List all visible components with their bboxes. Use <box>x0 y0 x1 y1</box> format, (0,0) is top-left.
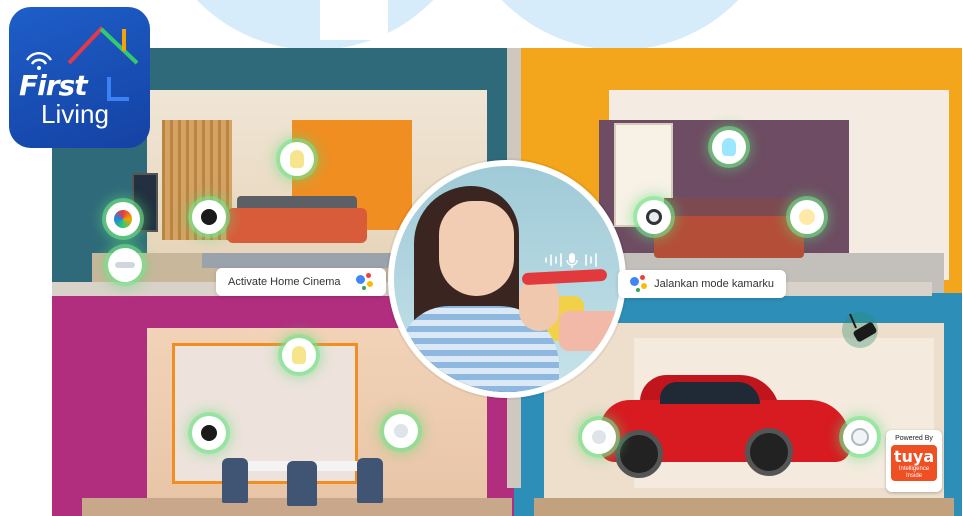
smart-plug-icon <box>192 200 226 234</box>
voice-assistant-portrait <box>388 160 626 398</box>
google-assistant-icon <box>630 275 647 293</box>
security-camera-icon <box>637 200 671 234</box>
smart-bulb-icon <box>280 142 314 176</box>
smart-speaker-icon <box>192 416 226 450</box>
voice-command-text: Activate Home Cinema <box>228 276 341 288</box>
tuya-logo: tuya Intelligence Inside <box>891 445 937 481</box>
pillow <box>559 311 620 351</box>
tuya-tagline: Intelligence Inside <box>898 466 930 479</box>
car-window <box>660 382 760 404</box>
dining-chair <box>222 458 248 503</box>
woman-face <box>439 201 514 296</box>
smart-bulb-icon <box>712 130 746 164</box>
outdoor-camera-icon <box>842 312 878 348</box>
tuya-badge: Powered By tuya Intelligence Inside <box>886 430 942 492</box>
decorative-arc <box>455 0 785 50</box>
smoke-detector-icon <box>843 420 877 454</box>
garage-floor <box>534 498 954 516</box>
decorative-arc <box>150 0 480 50</box>
logo-first: First <box>19 69 88 102</box>
voice-command-bubble: Jalankan mode kamarku <box>618 270 786 298</box>
dining-chair <box>287 461 317 506</box>
voice-command-text: Jalankan mode kamarku <box>654 278 774 290</box>
door-sensor-icon <box>582 420 616 454</box>
arc-gap <box>320 0 388 40</box>
dining-chair <box>357 458 383 503</box>
powered-by-label: Powered By <box>895 435 933 442</box>
smartphone <box>521 268 608 286</box>
logo-living: Living <box>41 99 109 129</box>
car-wheel <box>615 430 663 478</box>
google-assistant-icon <box>356 273 374 291</box>
voice-command-bubble: Activate Home Cinema <box>216 268 386 296</box>
bed <box>654 216 804 258</box>
smart-switch-icon <box>106 202 140 236</box>
ir-remote-icon <box>108 248 142 282</box>
tuya-name: tuya <box>893 447 935 466</box>
motion-sensor-icon <box>384 414 418 448</box>
sofa <box>227 208 367 243</box>
bedside-lamp-icon <box>790 200 824 234</box>
car-wheel <box>745 428 793 476</box>
wifi-icon <box>25 52 53 70</box>
first-living-logo: First Living <box>9 7 150 148</box>
smart-bulb-icon <box>282 338 316 372</box>
voice-wave-icon <box>545 253 597 268</box>
